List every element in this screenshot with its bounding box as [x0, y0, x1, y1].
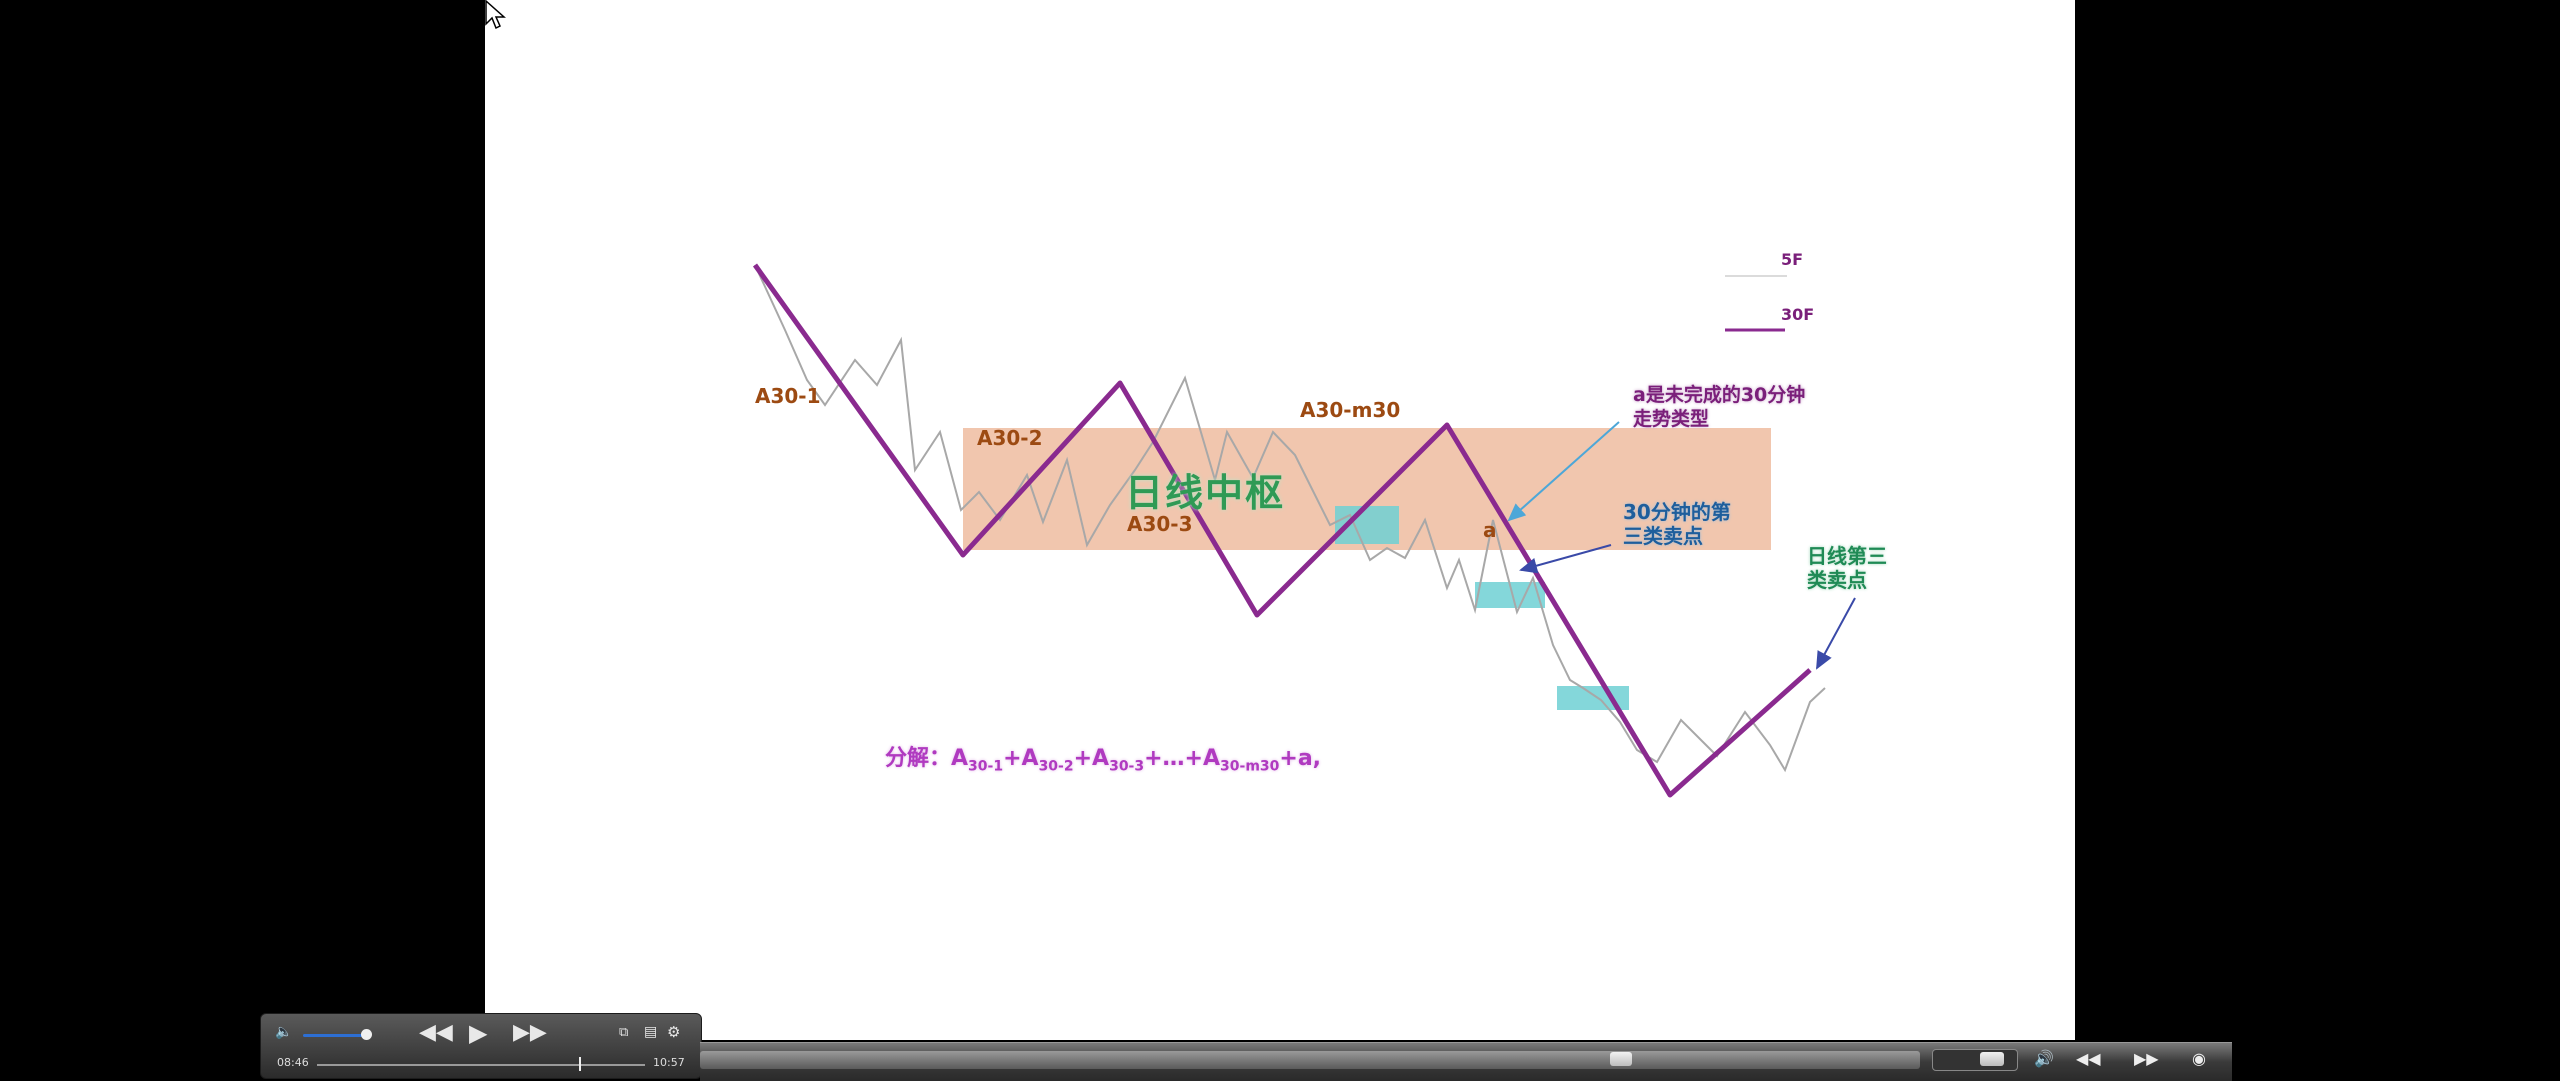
- legend-30f-label: 30F: [1781, 305, 1815, 324]
- note-a-unfinished: a是未完成的30分钟 走势类型: [1633, 383, 1805, 431]
- volume-slider[interactable]: [303, 1034, 365, 1037]
- label-a30-2: A30-2: [977, 426, 1043, 450]
- note-daily-third-sell: 日线第三 类卖点: [1807, 544, 1887, 592]
- scrub-thumb[interactable]: [579, 1057, 582, 1071]
- zoom-thumb[interactable]: [1980, 1052, 2004, 1066]
- play-icon[interactable]: ▶: [469, 1019, 487, 1047]
- options-icon[interactable]: ◉: [2192, 1049, 2206, 1068]
- note-a-line1: a是未完成的30分钟: [1633, 384, 1806, 406]
- note-daily-line1: 日线第三: [1807, 544, 1887, 568]
- volume-knob[interactable]: [361, 1029, 372, 1040]
- rewind-icon[interactable]: ◀◀: [419, 1020, 453, 1045]
- note-30min-third-sell: 30分钟的第 三类卖点: [1623, 500, 1731, 548]
- volume-icon[interactable]: 🔈: [275, 1024, 292, 1040]
- label-a30-1: A30-1: [755, 384, 821, 408]
- decomposition-formula: 分解：A30-1+A30-2+A30-3+…+A30-m30+a,: [885, 746, 1322, 775]
- label-a30-m30: A30-m30: [1300, 398, 1401, 422]
- arrow-to-daily-sell: [1816, 597, 1856, 670]
- scrub-bar[interactable]: [317, 1064, 645, 1066]
- gear-icon[interactable]: ⚙: [667, 1023, 680, 1041]
- video-controller: 🔈 ◀◀ ▶ ▶▶ ⧉ ▤ ⚙ 08:46 10:57: [260, 1013, 702, 1079]
- note-30-line2: 三类卖点: [1623, 524, 1703, 548]
- note-a-line2: 走势类型: [1633, 408, 1710, 430]
- scrollbar-thumb[interactable]: [1610, 1052, 1632, 1066]
- zoom-slider[interactable]: [1932, 1049, 2018, 1071]
- note-daily-line2: 类卖点: [1807, 568, 1867, 592]
- label-daily-center: 日线中枢: [1125, 471, 1286, 515]
- note-30-line1: 30分钟的第: [1623, 500, 1731, 524]
- trend-diagram: [752, 263, 1856, 798]
- mouse-cursor-icon: [485, 0, 506, 30]
- label-a: a: [1483, 518, 1497, 542]
- time-elapsed: 08:46: [277, 1056, 309, 1069]
- time-total: 10:57: [653, 1056, 685, 1069]
- legend-5f-label: 5F: [1781, 250, 1804, 269]
- speaker-icon[interactable]: 🔊: [2034, 1049, 2054, 1068]
- chapters-icon[interactable]: ▤: [644, 1024, 657, 1040]
- slide-canvas: A30-1 A30-2 A30-3 A30-m30 a 日线中枢 5F 30F …: [485, 0, 2075, 1040]
- horizontal-scrollbar[interactable]: [700, 1051, 1920, 1069]
- bottom-toolbar: 🔊 ◀◀ ▶▶ ◉: [700, 1042, 2232, 1081]
- fast-forward-icon[interactable]: ▶▶: [513, 1020, 547, 1045]
- fast-forward-icon[interactable]: ▶▶: [2134, 1049, 2159, 1068]
- picture-in-picture-icon[interactable]: ⧉: [619, 1025, 628, 1040]
- rewind-icon[interactable]: ◀◀: [2076, 1049, 2101, 1068]
